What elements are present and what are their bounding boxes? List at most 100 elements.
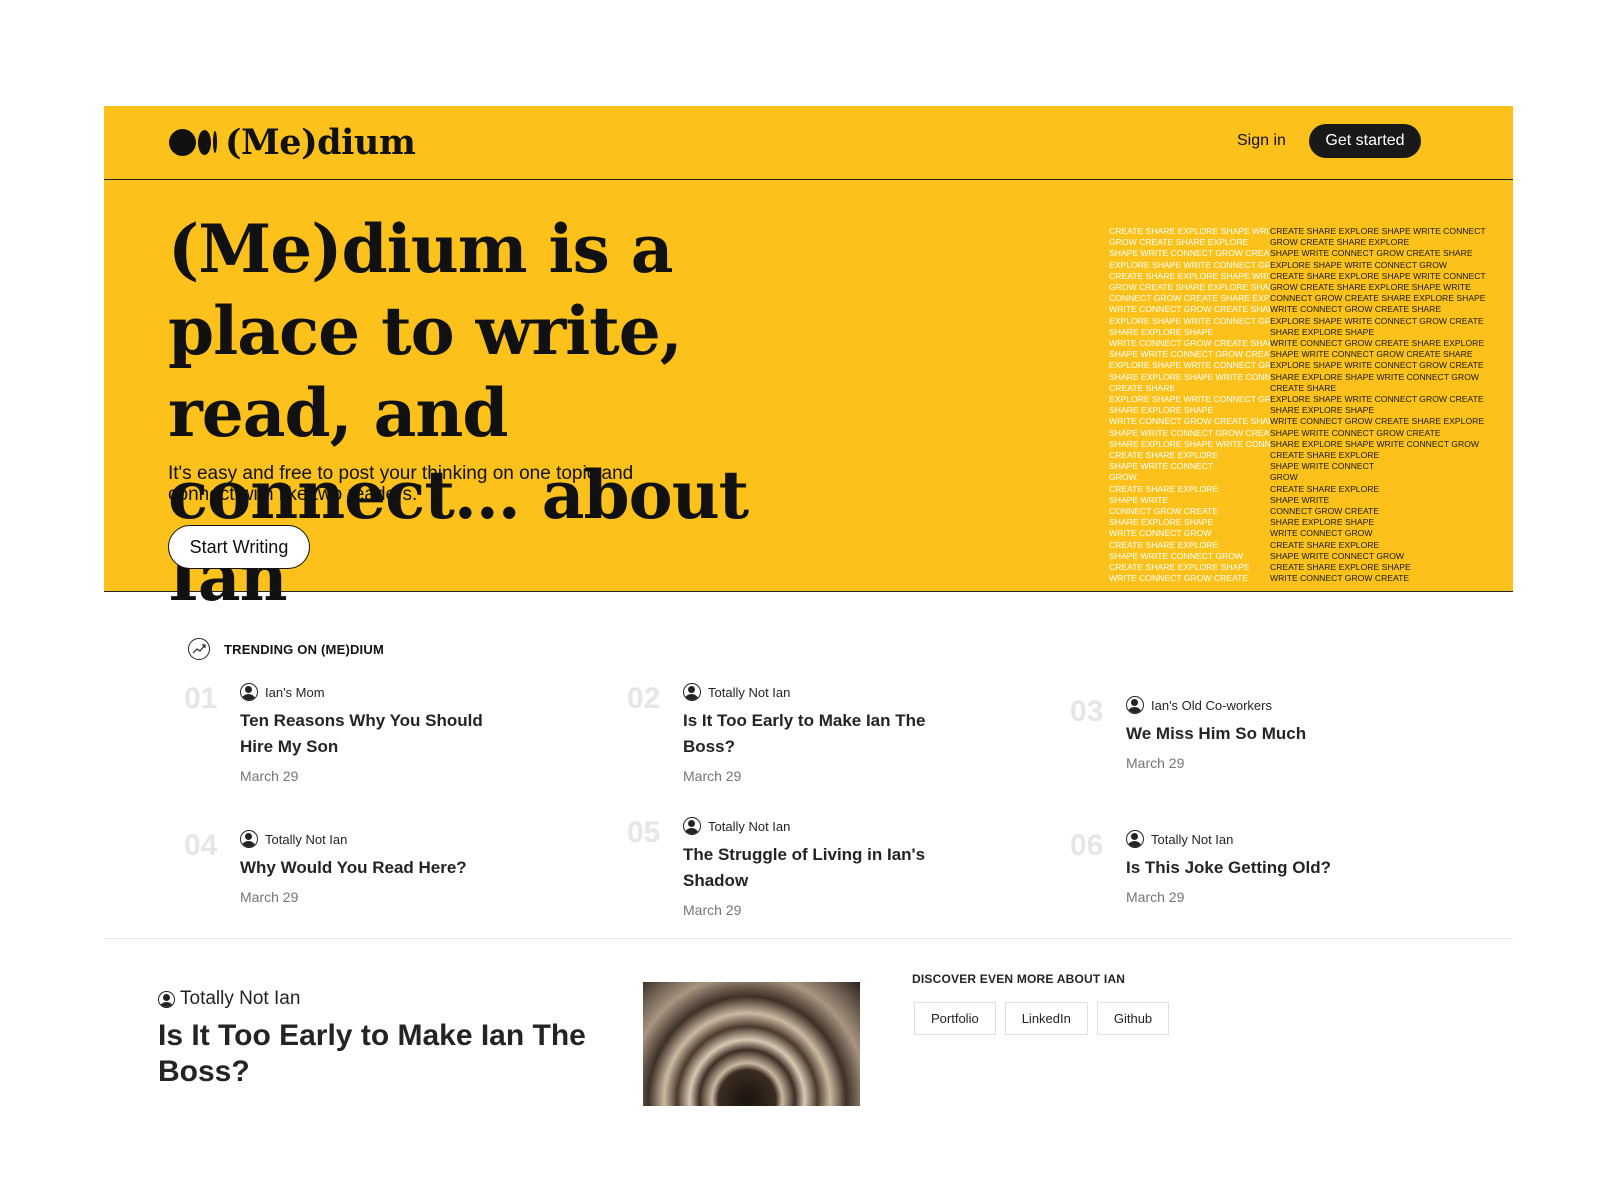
word-art-line: SHARE EXPLORE SHAPE WRITE CONNECT GROW: [1270, 371, 1479, 382]
word-art-line: WRITE CONNECT GROW CREATE SHARE EXPLORE: [1109, 338, 1270, 349]
trending-number: 05: [627, 816, 661, 849]
word-art-line: SHAPE WRITE CONNECT GROW: [1109, 550, 1244, 561]
avatar-icon: [1126, 830, 1144, 848]
word-art-line: WRITE CONNECT GROW: [1109, 528, 1212, 539]
word-art-line: SHAPE WRITE: [1109, 494, 1169, 505]
trending-label: TRENDING ON (ME)DIUM: [224, 641, 384, 657]
word-art-line: SHARE EXPLORE SHAPE: [1270, 517, 1375, 528]
avatar-icon: [683, 817, 701, 835]
word-art-line: GROW: [1270, 472, 1298, 483]
word-art-line: EXPLORE SHAPE WRITE CONNECT GROW CREATE: [1270, 315, 1484, 326]
word-art-line: WRITE CONNECT GROW CREATE: [1270, 573, 1410, 584]
word-art-line: CREATE SHARE EXPLORE: [1270, 450, 1380, 461]
word-art-line: EXPLORE SHAPE WRITE CONNECT GROW: [1109, 259, 1270, 270]
trending-author[interactable]: Totally Not Ian: [683, 816, 963, 836]
tag-linkedin[interactable]: LinkedIn: [1004, 1002, 1088, 1035]
word-art-right: CREATE SHARE EXPLORE SHAPE WRITE CONNECT…: [1270, 226, 1499, 585]
word-art-line: CONNECT GROW CREATE: [1270, 506, 1380, 517]
tag-github[interactable]: Github: [1096, 1002, 1170, 1035]
trending-author[interactable]: Totally Not Ian: [683, 682, 963, 702]
word-art-line: WRITE CONNECT GROW CREATE SHARE: [1109, 304, 1270, 315]
word-art-line: SHAPE WRITE CONNECT GROW CREATE SHARE: [1109, 248, 1270, 259]
word-art-line: SHARE EXPLORE SHAPE: [1270, 405, 1375, 416]
trending-date: March 29: [240, 768, 299, 784]
trending-title[interactable]: Is It Too Early to Make Ian The Boss?: [683, 708, 963, 760]
start-writing-button[interactable]: Start Writing: [168, 525, 310, 569]
logo-text: (Me)dium: [225, 121, 416, 163]
word-art-line: CREATE SHARE EXPLORE SHAPE WRITE CONNECT: [1109, 270, 1270, 281]
word-art-line: SHAPE WRITE CONNECT GROW: [1270, 550, 1405, 561]
word-art-line: SHAPE WRITE: [1270, 494, 1330, 505]
word-art-line: SHARE EXPLORE SHAPE: [1109, 405, 1214, 416]
word-art-line: CREATE SHARE EXPLORE: [1109, 450, 1219, 461]
trending-number: 03: [1070, 695, 1104, 728]
word-art-line: CONNECT GROW CREATE: [1109, 506, 1219, 517]
word-art-line: CREATE SHARE EXPLORE SHAPE: [1270, 562, 1411, 573]
word-art-line: CREATE SHARE EXPLORE SHAPE: [1109, 562, 1250, 573]
trending-number: 06: [1070, 829, 1104, 862]
word-art-line: WRITE CONNECT GROW CREATE SHARE EXPLORE: [1270, 416, 1485, 427]
featured-title[interactable]: Is It Too Early to Make Ian The Boss?: [158, 1018, 618, 1090]
word-art-line: WRITE CONNECT GROW CREATE SHARE EXPLORE: [1270, 338, 1485, 349]
medium-logo-icon: [169, 128, 217, 156]
word-art-line: SHARE EXPLORE SHAPE: [1109, 517, 1214, 528]
trending-date: March 29: [683, 902, 742, 918]
word-art-line: CREATE SHARE EXPLORE SHAPE WRITE CONNECT: [1270, 270, 1486, 281]
avatar-icon: [158, 990, 175, 1008]
word-art-line: SHAPE WRITE CONNECT: [1109, 461, 1214, 472]
section-divider: [104, 938, 1513, 939]
word-art-line: EXPLORE SHAPE WRITE CONNECT GROW CREATE: [1109, 360, 1270, 371]
word-art-line: SHARE EXPLORE SHAPE: [1270, 326, 1375, 337]
trending-title[interactable]: Ten Reasons Why You Should Hire My Son: [240, 708, 520, 760]
trending-title[interactable]: We Miss Him So Much: [1126, 721, 1406, 747]
word-art-line: CREATE SHARE EXPLORE SHAPE WRITE CONNECT: [1109, 226, 1270, 236]
featured-author[interactable]: Totally Not Ian: [158, 988, 300, 1010]
word-art-line: WRITE CONNECT GROW CREATE SHARE: [1270, 304, 1442, 315]
tag-portfolio[interactable]: Portfolio: [914, 1002, 996, 1035]
word-art-line: CREATE SHARE EXPLORE: [1109, 483, 1219, 494]
word-art-line: EXPLORE SHAPE WRITE CONNECT GROW CREATE: [1270, 394, 1484, 405]
trending-date: March 29: [683, 768, 742, 784]
hero-section: (Me)dium is a place to write, read, and …: [104, 180, 1513, 616]
word-art-left: CREATE SHARE EXPLORE SHAPE WRITE CONNECT…: [1109, 226, 1270, 585]
word-art-line: SHAPE WRITE CONNECT GROW CREATE SHARE: [1109, 349, 1270, 360]
hero-subtitle: It's easy and free to post your thinking…: [168, 463, 634, 505]
word-art-line: SHARE EXPLORE SHAPE WRITE CONNECT GROW: [1109, 438, 1270, 449]
signin-link[interactable]: Sign in: [1237, 132, 1286, 150]
word-art-line: SHAPE WRITE CONNECT GROW CREATE SHARE: [1270, 349, 1473, 360]
page-frame: (Me)dium Sign in Get started (Me)dium is…: [104, 106, 1513, 1106]
trending-icon: [188, 638, 210, 660]
trending-author[interactable]: Ian's Old Co-workers: [1126, 695, 1406, 715]
trending-title[interactable]: Is This Joke Getting Old?: [1126, 855, 1406, 881]
trending-author[interactable]: Totally Not Ian: [240, 829, 520, 849]
avatar-icon: [1126, 696, 1144, 714]
avatar-icon: [683, 683, 701, 701]
word-art-line: WRITE CONNECT GROW CREATE: [1109, 573, 1249, 584]
logo[interactable]: (Me)dium: [169, 121, 416, 163]
avatar-icon: [240, 683, 258, 701]
word-art-line: CONNECT GROW CREATE SHARE EXPLORE SHAPE: [1270, 293, 1486, 304]
featured-image[interactable]: [643, 982, 860, 1106]
author-name: Totally Not Ian: [708, 684, 791, 700]
discover-tags: Portfolio LinkedIn Github: [914, 1002, 1170, 1035]
word-art-line: EXPLORE SHAPE WRITE CONNECT GROW CREATE: [1109, 315, 1270, 326]
word-art-line: EXPLORE SHAPE WRITE CONNECT GROW CREATE: [1109, 394, 1270, 405]
author-name: Ian's Mom: [265, 684, 325, 700]
word-art-line: GROW CREATE SHARE EXPLORE: [1270, 237, 1410, 248]
trending-title[interactable]: The Struggle of Living in Ian's Shadow: [683, 842, 963, 894]
word-art-line: SHARE EXPLORE SHAPE WRITE CONNECT GROW: [1109, 371, 1270, 382]
word-art-line: CREATE SHARE: [1109, 382, 1176, 393]
word-art-line: CREATE SHARE EXPLORE SHAPE WRITE CONNECT: [1270, 226, 1486, 236]
trending-author[interactable]: Totally Not Ian: [1126, 829, 1406, 849]
get-started-button[interactable]: Get started: [1309, 124, 1421, 158]
word-art-line: CREATE SHARE: [1270, 382, 1337, 393]
trending-title[interactable]: Why Would You Read Here?: [240, 855, 520, 881]
word-art-line: SHAPE WRITE CONNECT GROW CREATE: [1109, 427, 1270, 438]
trending-header: TRENDING ON (ME)DIUM: [188, 638, 384, 660]
author-name: Totally Not Ian: [265, 831, 348, 847]
hero-word-art: CREATE SHARE EXPLORE SHAPE WRITE CONNECT…: [1109, 226, 1499, 586]
trending-author[interactable]: Ian's Mom: [240, 682, 520, 702]
word-art-line: CREATE SHARE EXPLORE: [1109, 539, 1219, 550]
avatar-icon: [240, 830, 258, 848]
word-art-line: SHAPE WRITE CONNECT GROW CREATE: [1270, 427, 1441, 438]
